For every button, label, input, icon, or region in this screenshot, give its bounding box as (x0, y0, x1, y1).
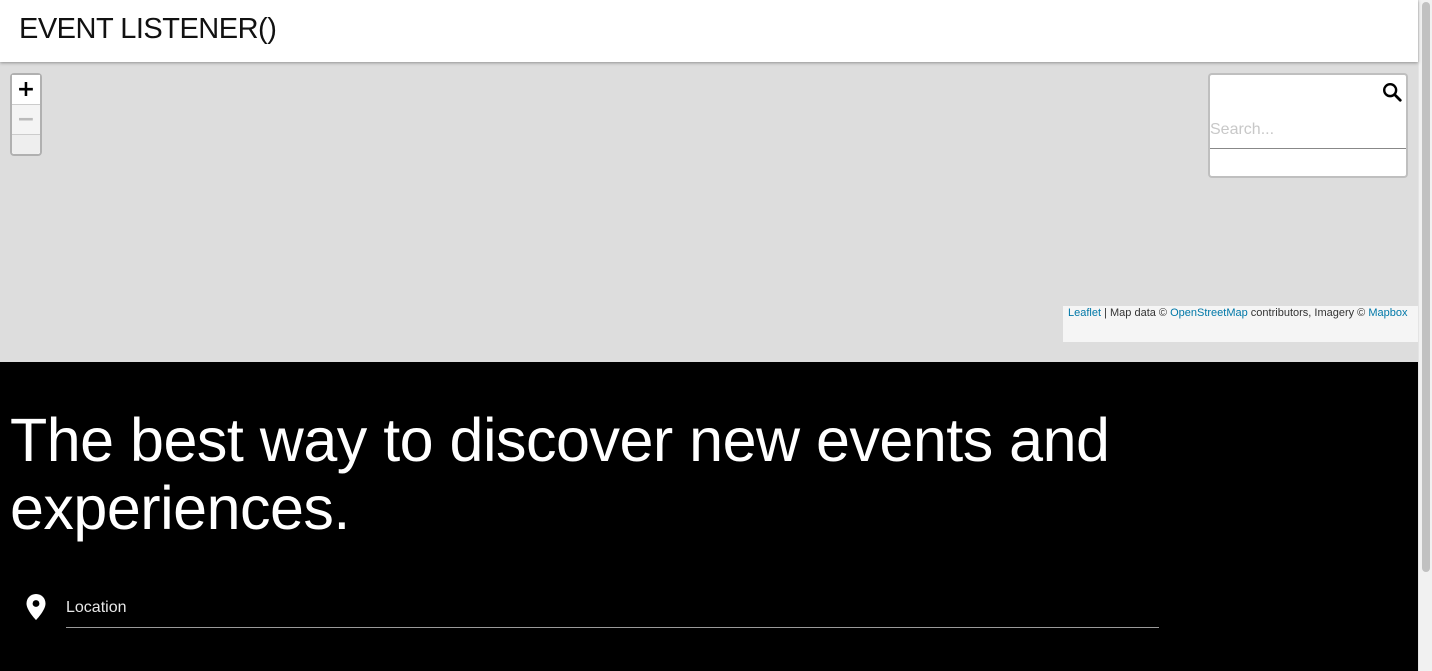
openstreetmap-link[interactable]: OpenStreetMap (1170, 307, 1248, 319)
zoom-out-button[interactable]: − (12, 105, 40, 135)
hero-section: The best way to discover new events and … (0, 362, 1418, 671)
map-pin-icon (26, 594, 46, 620)
map-search-input[interactable] (1210, 113, 1406, 147)
leaflet-link[interactable]: Leaflet (1068, 307, 1101, 319)
location-underline (66, 627, 1159, 628)
search-divider (1210, 148, 1406, 149)
top-nav: EVENT LISTENER() (0, 0, 1418, 62)
zoom-in-button[interactable]: + (12, 75, 40, 105)
page: EVENT LISTENER() + − Leaflet | Map data … (0, 0, 1418, 671)
hero-title: The best way to discover new events and … (10, 406, 1110, 542)
map-container[interactable]: + − Leaflet | Map data © OpenStreetMap c… (0, 62, 1418, 362)
brand-logo-text[interactable]: EVENT LISTENER() (19, 13, 277, 46)
map-search-control (1208, 73, 1408, 178)
page-scrollbar[interactable] (1418, 0, 1432, 671)
search-icon[interactable] (1381, 81, 1403, 103)
zoom-control: + − (10, 73, 42, 156)
mapbox-link[interactable]: Mapbox (1368, 307, 1407, 319)
scrollbar-thumb[interactable] (1422, 2, 1430, 572)
location-input[interactable] (66, 592, 1159, 624)
attribution-text-2: contributors, Imagery © (1247, 307, 1369, 319)
attribution-text-1: | Map data © (1101, 307, 1171, 319)
zoom-control-footer (12, 135, 40, 154)
map-attribution: Leaflet | Map data © OpenStreetMap contr… (1063, 306, 1418, 342)
